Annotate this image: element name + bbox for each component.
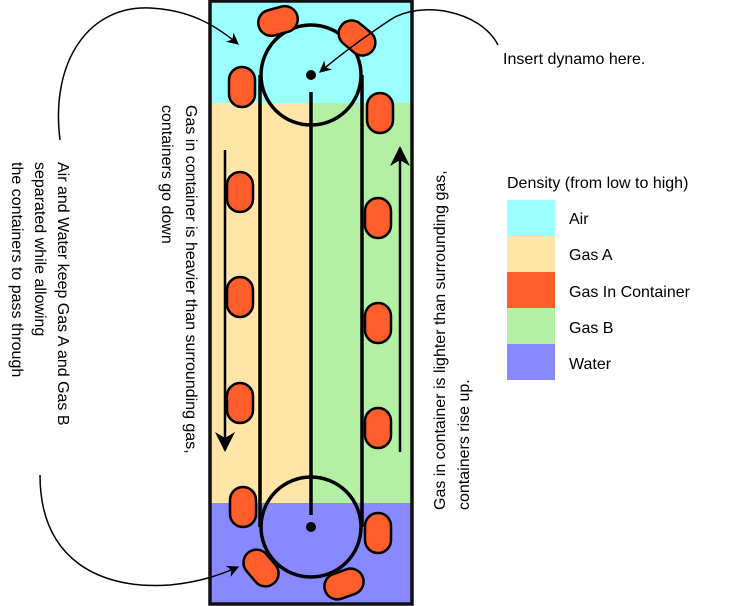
diagram: Insert dynamo here. Gas in container is …	[8, 0, 691, 606]
container	[227, 65, 257, 109]
container	[363, 511, 393, 555]
container	[363, 301, 393, 345]
seal-label-line1: Air and Water keep Gas A and Gas B	[54, 162, 71, 426]
container	[363, 406, 393, 450]
legend-label-water: Water	[569, 356, 612, 373]
dynamo-label: Insert dynamo here.	[503, 51, 645, 68]
legend-label-gas-b: Gas B	[569, 320, 613, 337]
legend-label-gas-in-container: Gas In Container	[569, 284, 691, 301]
seal-label-line3: the containers to pass through	[8, 162, 25, 377]
legend: Density (from low to high) Air Gas A Gas…	[507, 175, 691, 380]
legend-swatch-gas-in-container	[507, 272, 555, 308]
down-label-line2: containers go down	[158, 105, 175, 244]
container	[225, 275, 255, 319]
container	[365, 91, 395, 135]
legend-swatch-air	[507, 200, 555, 236]
container	[228, 485, 258, 529]
bottom-axle	[306, 522, 316, 532]
container	[363, 196, 393, 240]
down-label-line1: Gas in container is heavier than surroun…	[182, 105, 199, 454]
legend-label-gas-a: Gas A	[569, 247, 613, 264]
legend-label-air: Air	[569, 211, 589, 228]
container	[225, 381, 255, 425]
up-label-line1: Gas in container is lighter than surroun…	[432, 170, 449, 510]
seal-label-line2: separated while allowing	[31, 162, 48, 336]
legend-title: Density (from low to high)	[507, 175, 688, 192]
legend-swatch-water	[507, 344, 555, 380]
legend-swatch-gas-b	[507, 308, 555, 344]
container	[225, 170, 255, 214]
up-label-line2: containers rise up.	[456, 379, 473, 510]
legend-swatch-gas-a	[507, 236, 555, 272]
top-axle	[306, 70, 316, 80]
